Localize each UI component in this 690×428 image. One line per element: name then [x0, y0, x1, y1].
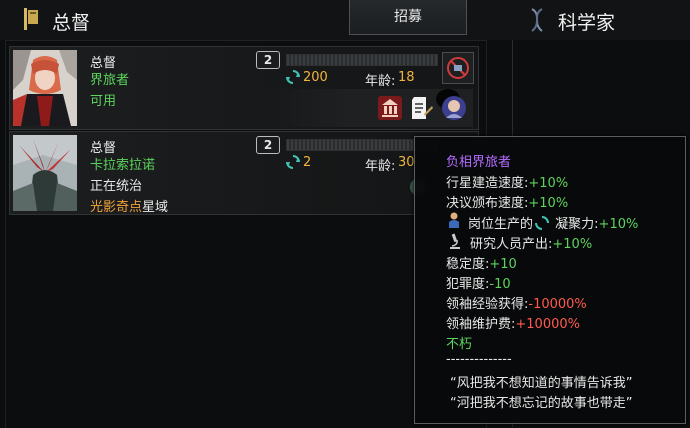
tooltip-divider: --------------: [446, 352, 512, 367]
tooltip-modifier: 领袖经验获得:-10000%: [446, 293, 587, 312]
dna-icon: [531, 8, 543, 32]
trait-tooltip: 负相界旅者 行星建造速度:+10% 决议颁布速度:+10% 岗位生产的 凝聚力:…: [414, 136, 686, 424]
tooltip-modifier: 犯罪度:-10: [446, 273, 511, 292]
governor-name: 界旅者: [90, 73, 130, 88]
tooltip-modifier: 决议颁布速度:+10%: [446, 192, 568, 211]
tooltip-modifier: 领袖维护费:+10000%: [446, 313, 580, 332]
scientist-section-title: 科学家: [558, 12, 616, 34]
modifier-label: 行星建造速度:: [446, 176, 529, 191]
governor-card[interactable]: 总督 界旅者 可用 2 200 年龄: 18: [9, 46, 479, 130]
dismiss-button[interactable]: [442, 52, 474, 84]
dismiss-icon: [447, 57, 469, 79]
level-badge: 2: [256, 51, 280, 69]
age-value: 30: [398, 155, 415, 170]
tooltip-quote: “河把我不想忘记的故事也带走”: [450, 396, 633, 411]
age-label: 年龄:: [365, 74, 396, 89]
tooltip-modifier: 岗位生产的 凝聚力:+10%: [468, 213, 638, 232]
building-trait-icon[interactable]: [376, 94, 404, 122]
governor-card[interactable]: 总督 卡拉索拉诺 正在统治 光影奇点星域 2 2 年龄: 30: [9, 131, 479, 215]
unity-cycle-icon: [535, 216, 550, 230]
banner-icon: [24, 8, 38, 30]
modifier-label: 凝聚力:: [555, 217, 599, 232]
upkeep-cost: 2: [303, 155, 312, 170]
unity-cycle-icon: [286, 70, 300, 84]
tooltip-modifier: 稳定度:+10: [446, 253, 517, 272]
governor-status: 正在统治: [90, 179, 143, 194]
level-badge: 2: [256, 136, 280, 154]
modifier-value: +10%: [528, 176, 569, 191]
sector-name[interactable]: 光影奇点: [90, 200, 142, 215]
modifier-value: +10%: [598, 217, 639, 232]
modifier-label: 决议颁布速度:: [446, 196, 529, 211]
modifier-value: +10%: [528, 196, 569, 211]
modifier-value: -10: [489, 277, 511, 292]
modifier-label: 研究人员产出:: [470, 237, 553, 252]
governor-status: 可用: [90, 94, 117, 109]
immortal-label: 不朽: [446, 337, 473, 352]
modifier-label: 领袖经验获得:: [446, 297, 529, 312]
portrait-trait-icon[interactable]: [440, 94, 468, 122]
governor-portrait: [13, 135, 77, 211]
tooltip-modifier: 行星建造速度:+10%: [446, 172, 568, 191]
modifier-value: +10000%: [515, 317, 580, 332]
worker-icon: [449, 212, 459, 228]
modifier-label: 领袖维护费:: [446, 317, 516, 332]
modifier-value: -10000%: [528, 297, 587, 312]
governor-location: 光影奇点星域: [90, 196, 168, 215]
modifier-label: 犯罪度:: [446, 277, 490, 292]
tooltip-title: 负相界旅者: [446, 155, 512, 170]
modifier-label: 岗位生产的: [468, 217, 534, 232]
upkeep-cost: 200: [303, 70, 328, 85]
governor-portrait: [13, 50, 77, 126]
governor-name: 卡拉索拉诺: [90, 158, 156, 173]
tooltip-modifier: 研究人员产出:+10%: [470, 233, 592, 252]
tooltip-quote: “风把我不想知道的事情告诉我”: [450, 376, 633, 391]
modifier-label: 稳定度:: [446, 257, 490, 272]
age-label: 年龄:: [365, 159, 396, 174]
modifier-value: +10%: [552, 237, 593, 252]
governor-section-title: 总督: [52, 12, 91, 34]
modifier-value: +10: [489, 257, 517, 272]
experience-bar: [286, 54, 438, 66]
tab-recruit[interactable]: 招募: [349, 0, 467, 35]
microscope-icon: [450, 233, 460, 249]
document-trait-icon[interactable]: [406, 94, 434, 122]
sector-suffix: 星域: [142, 200, 169, 215]
unity-cycle-icon: [286, 155, 300, 169]
age-value: 18: [398, 70, 415, 85]
